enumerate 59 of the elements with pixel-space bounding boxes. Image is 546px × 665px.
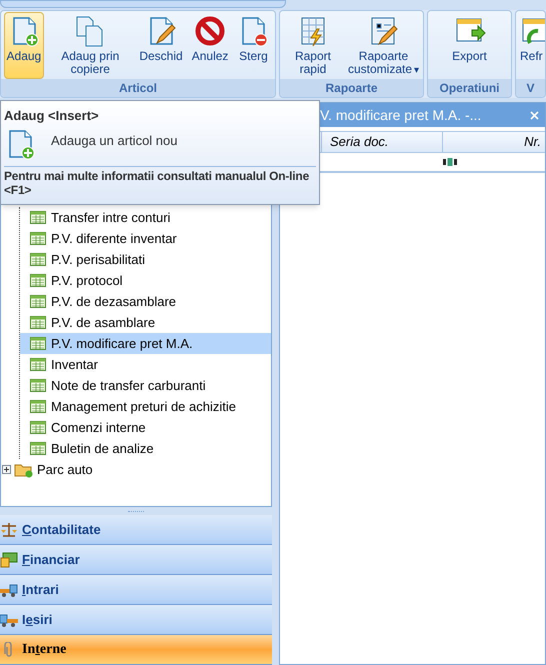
tree-item[interactable]: P.V. protocol	[20, 270, 271, 291]
sheet-icon	[30, 316, 46, 329]
tree-item[interactable]: Transfer intre conturi	[20, 207, 271, 228]
tree-item[interactable]: Management preturi de achizitie	[20, 396, 271, 417]
tree-item[interactable]: Parc auto	[1, 459, 271, 480]
sheet-icon	[30, 295, 46, 308]
tooltip-title: Adaug <Insert>	[4, 107, 100, 125]
close-icon[interactable]	[530, 110, 539, 120]
ribbon-button[interactable]: Adaug	[4, 12, 44, 79]
tree-item[interactable]: Note de transfer carburanti	[20, 375, 271, 396]
ribbon-button[interactable]: Adaug prin copiere	[47, 12, 134, 79]
tree-item[interactable]: Inventar	[20, 354, 271, 375]
column-header[interactable]: Seria doc.	[322, 132, 443, 152]
tree-item[interactable]: P.V. de asamblare	[20, 312, 271, 333]
tree-item[interactable]: Comenzi interne	[20, 417, 271, 438]
truck-icon	[0, 612, 18, 628]
sheet-icon	[30, 337, 46, 350]
dropdown-caret-icon: ▾	[414, 65, 419, 76]
sheet-icon	[30, 358, 46, 371]
ribbon-button[interactable]: Refr	[517, 12, 545, 79]
tree-item[interactable]: P.V. modificare pret M.A.	[20, 333, 271, 354]
expand-icon[interactable]	[2, 465, 11, 474]
column-header[interactable]: Nr.	[443, 132, 545, 152]
tree-item[interactable]: Buletin de analize	[20, 438, 271, 459]
navigation-button[interactable]: Financiar	[0, 545, 272, 575]
scale-icon	[0, 522, 18, 538]
sheet-icon	[30, 379, 46, 392]
ribbon-button[interactable]: Deschid	[136, 12, 186, 79]
sheet-icon	[30, 253, 46, 266]
ribbon-group-label: V	[516, 79, 545, 97]
text-filter-icon[interactable]	[443, 158, 457, 166]
navigation-button[interactable]: Interne	[0, 635, 272, 665]
cancel-icon	[194, 15, 226, 47]
tree-item[interactable]: P.V. diferente inventar	[20, 228, 271, 249]
tree-item[interactable]: P.V. de dezasamblare	[20, 291, 271, 312]
money-icon	[0, 552, 18, 568]
sheet-icon	[30, 274, 46, 287]
sheet-icon	[30, 211, 46, 224]
ribbon-group-label: Articol	[1, 79, 275, 97]
ribbon-button[interactable]: Anulez	[188, 12, 232, 79]
tooltip-help-text: Pentru mai multe informatii consultati manualul On-line <F1>	[4, 168, 310, 196]
sheet-icon	[30, 421, 46, 434]
navigation-button[interactable]: Iesiri	[0, 605, 272, 635]
navigation-button[interactable]: Intrari	[0, 575, 272, 605]
document-tab-title: V. modificare pret M.A. -...	[320, 106, 482, 125]
ribbon-button[interactable]: Export	[449, 12, 490, 79]
tree-item[interactable]: P.V. perisabilitati	[20, 249, 271, 270]
sheet-icon	[30, 442, 46, 455]
ribbon-group-label: Operatiuni	[428, 79, 511, 97]
navigation-button[interactable]: Contabilitate	[0, 515, 272, 545]
ribbon-button[interactable]: Raport rapid	[281, 12, 345, 79]
ribbon-group-label: Rapoarte	[280, 79, 423, 97]
truck-icon	[0, 582, 18, 598]
tooltip-description: Adauga un articol nou	[51, 132, 178, 150]
ribbon-button[interactable]: Sterg	[234, 12, 272, 79]
sheet-icon	[30, 232, 46, 245]
sheet-icon	[30, 400, 46, 413]
folder-add-icon	[14, 462, 34, 478]
ribbon-button[interactable]: Rapoarte customizate ▾	[344, 12, 422, 79]
